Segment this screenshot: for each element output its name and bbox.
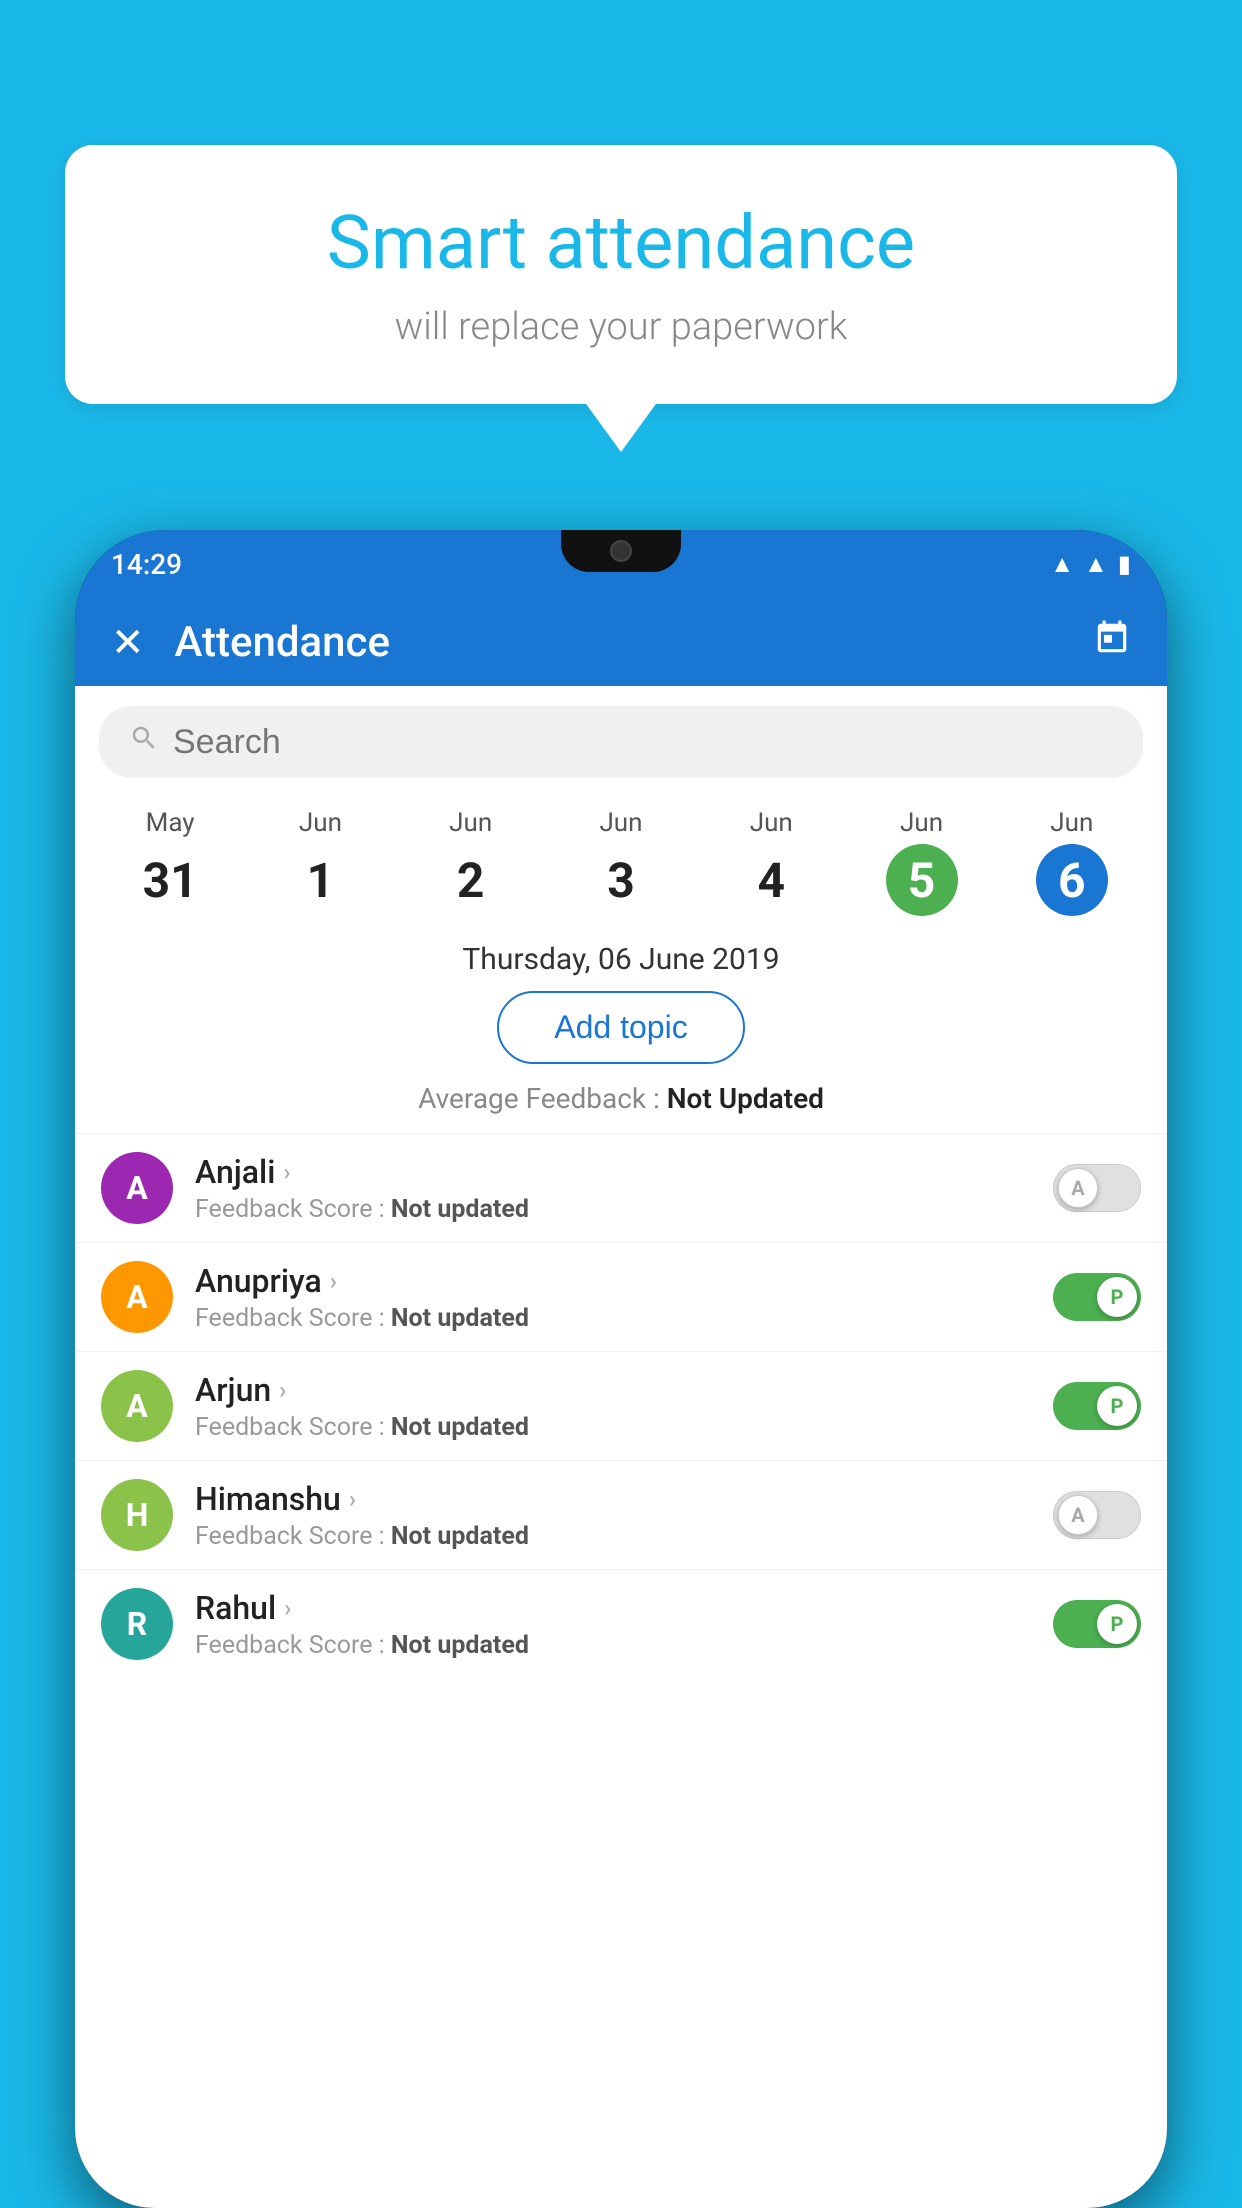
student-row[interactable]: H Himanshu › Feedback Score : Not updated A (75, 1460, 1167, 1569)
cal-month-label: Jun (546, 808, 696, 838)
attendance-toggle[interactable]: P (1053, 1382, 1141, 1430)
calendar-icon[interactable] (1093, 619, 1131, 666)
cal-month-label: Jun (396, 808, 546, 838)
average-feedback: Average Feedback : Not Updated (75, 1082, 1167, 1115)
signal-icon: ▲ (1084, 550, 1108, 579)
student-info: Himanshu › Feedback Score : Not updated (195, 1480, 1031, 1551)
notch (561, 530, 681, 572)
screen-content: May 31 Jun 1 Jun 2 Jun 3 Jun 4 Jun 5 Jun 6 Thursday, … (75, 686, 1167, 2208)
feedback-value: Not updated (391, 1631, 529, 1660)
student-info: Arjun › Feedback Score : Not updated (195, 1371, 1031, 1442)
calendar-strip: May 31 Jun 1 Jun 2 Jun 3 Jun 4 Jun 5 Jun 6 (75, 798, 1167, 926)
selected-date-label: Thursday, 06 June 2019 (75, 942, 1167, 977)
cal-month-label: Jun (846, 808, 996, 838)
calendar-day[interactable]: Jun 5 (846, 808, 996, 916)
search-input[interactable] (173, 723, 1113, 762)
feedback-value: Not updated (391, 1304, 529, 1333)
avatar: R (101, 1588, 173, 1660)
app-bar-title: Attendance (175, 618, 1093, 667)
toggle-knob: P (1097, 1277, 1137, 1317)
student-info: Anjali › Feedback Score : Not updated (195, 1153, 1031, 1224)
student-name: Arjun › (195, 1371, 1031, 1409)
chevron-right-icon: › (283, 1158, 290, 1186)
avatar: H (101, 1479, 173, 1551)
cal-month-label: May (95, 808, 245, 838)
student-feedback: Feedback Score : Not updated (195, 1304, 1031, 1333)
battery-icon: ▮ (1118, 550, 1131, 578)
avatar: A (101, 1261, 173, 1333)
student-row[interactable]: R Rahul › Feedback Score : Not updated P (75, 1569, 1167, 1678)
attendance-toggle[interactable]: A (1053, 1164, 1141, 1212)
cal-month-label: Jun (997, 808, 1147, 838)
attendance-toggle[interactable]: A (1053, 1491, 1141, 1539)
phone-frame: 14:29 ▲ ▲ ▮ ✕ Attendance May31Jun1J (75, 530, 1167, 2208)
cal-date-number: 1 (284, 844, 356, 916)
toggle-knob: P (1097, 1386, 1137, 1426)
speech-bubble-subtitle: will replace your paperwork (125, 305, 1117, 349)
student-list: AAnjali ›Feedback Score : Not updatedAAA… (75, 1133, 1167, 1678)
calendar-day[interactable]: Jun 4 (696, 808, 846, 916)
add-topic-button[interactable]: Add topic (497, 991, 744, 1064)
camera (610, 540, 632, 562)
avg-feedback-value: Not Updated (667, 1082, 824, 1115)
student-feedback: Feedback Score : Not updated (195, 1413, 1031, 1442)
cal-date-number: 6 (1036, 844, 1108, 916)
app-bar: ✕ Attendance (75, 598, 1167, 686)
student-row[interactable]: A Anjali › Feedback Score : Not updated A (75, 1133, 1167, 1242)
toggle-knob: A (1058, 1168, 1098, 1208)
status-icons: ▲ ▲ ▮ (1050, 550, 1131, 579)
calendar-day[interactable]: May 31 (95, 808, 245, 916)
feedback-value: Not updated (391, 1522, 529, 1551)
student-name: Rahul › (195, 1589, 1031, 1627)
status-time: 14:29 (111, 548, 182, 581)
cal-date-number: 3 (585, 844, 657, 916)
avatar: A (101, 1152, 173, 1224)
chevron-right-icon: › (279, 1376, 286, 1404)
student-feedback: Feedback Score : Not updated (195, 1195, 1031, 1224)
student-row[interactable]: A Arjun › Feedback Score : Not updated P (75, 1351, 1167, 1460)
chevron-right-icon: › (349, 1485, 356, 1513)
attendance-toggle[interactable]: P (1053, 1600, 1141, 1648)
search-bar[interactable] (99, 706, 1143, 778)
cal-date-number: 4 (735, 844, 807, 916)
student-feedback: Feedback Score : Not updated (195, 1522, 1031, 1551)
cal-month-label: Jun (245, 808, 395, 838)
student-name: Anupriya › (195, 1262, 1031, 1300)
student-row[interactable]: A Anupriya › Feedback Score : Not updated P (75, 1242, 1167, 1351)
calendar-day[interactable]: Jun 3 (546, 808, 696, 916)
cal-date-number: 2 (435, 844, 507, 916)
calendar-day[interactable]: Jun 2 (396, 808, 546, 916)
speech-bubble: Smart attendance will replace your paper… (65, 145, 1177, 404)
calendar-day[interactable]: Jun 1 (245, 808, 395, 916)
avatar: A (101, 1370, 173, 1442)
student-info: Anupriya › Feedback Score : Not updated (195, 1262, 1031, 1333)
chevron-right-icon: › (284, 1594, 291, 1622)
speech-bubble-title: Smart attendance (125, 200, 1117, 287)
student-name: Himanshu › (195, 1480, 1031, 1518)
student-feedback: Feedback Score : Not updated (195, 1631, 1031, 1660)
feedback-value: Not updated (391, 1195, 529, 1224)
search-icon (129, 723, 159, 761)
attendance-toggle[interactable]: P (1053, 1273, 1141, 1321)
chevron-right-icon: › (330, 1267, 337, 1295)
calendar-day[interactable]: Jun 6 (997, 808, 1147, 916)
student-info: Rahul › Feedback Score : Not updated (195, 1589, 1031, 1660)
toggle-knob: A (1058, 1495, 1098, 1535)
avg-feedback-label: Average Feedback : (418, 1082, 667, 1115)
cal-date-number: 31 (134, 844, 206, 916)
student-name: Anjali › (195, 1153, 1031, 1191)
wifi-icon: ▲ (1050, 550, 1074, 579)
close-button[interactable]: ✕ (111, 619, 145, 666)
cal-month-label: Jun (696, 808, 846, 838)
toggle-knob: P (1097, 1604, 1137, 1644)
feedback-value: Not updated (391, 1413, 529, 1442)
cal-date-number: 5 (886, 844, 958, 916)
